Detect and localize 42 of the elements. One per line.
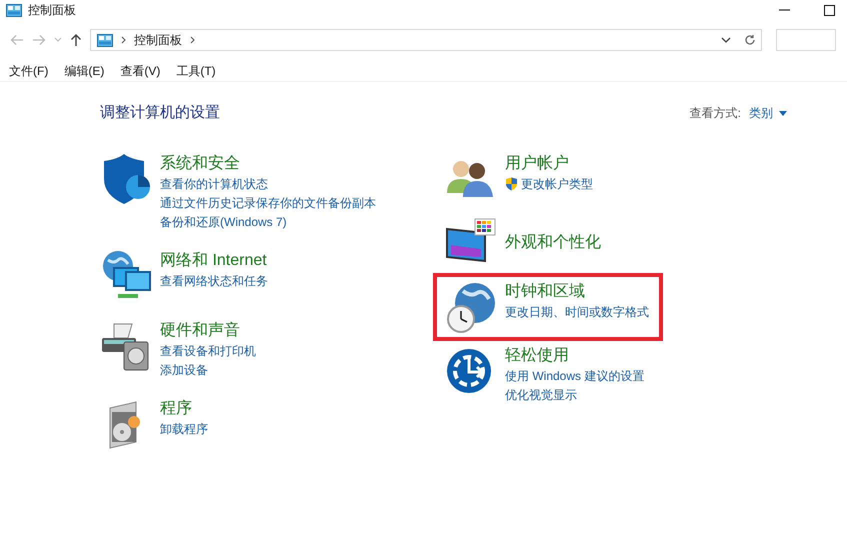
category-link[interactable]: 卸载程序 bbox=[160, 420, 208, 438]
control-panel-icon bbox=[6, 4, 22, 16]
category-link[interactable]: 优化视觉显示 bbox=[505, 386, 644, 404]
category-title[interactable]: 网络和 Internet bbox=[160, 250, 268, 272]
menu-item[interactable]: 编辑(E) bbox=[64, 62, 104, 80]
chevron-icon[interactable] bbox=[190, 36, 195, 44]
category-title[interactable]: 轻松使用 bbox=[505, 344, 644, 366]
menu-item[interactable]: 工具(T) bbox=[176, 62, 216, 80]
dropdown-icon[interactable] bbox=[721, 37, 731, 43]
category-link[interactable]: 添加设备 bbox=[160, 360, 256, 380]
category-link[interactable]: 更改帐户类型 bbox=[505, 174, 593, 194]
category-link[interactable]: 通过文件历史记录保存你的文件备份副本 bbox=[160, 194, 376, 212]
up-arrow-icon[interactable] bbox=[70, 33, 82, 47]
menu-item[interactable]: 查看(V) bbox=[120, 62, 160, 80]
window-title: 控制面板 bbox=[28, 2, 76, 19]
address-bar[interactable]: 控制面板 bbox=[90, 29, 762, 51]
caret-icon bbox=[779, 110, 787, 116]
view-by-dropdown[interactable]: 类别 bbox=[749, 104, 787, 122]
view-by-label: 查看方式: bbox=[690, 105, 741, 122]
page-heading: 调整计算机的设置 bbox=[100, 103, 220, 123]
category-title[interactable]: 用户帐户 bbox=[505, 152, 593, 174]
category-link[interactable]: 使用 Windows 建议的设置 bbox=[505, 366, 644, 386]
category-link[interactable]: 查看网络状态和任务 bbox=[160, 272, 268, 290]
refresh-icon[interactable] bbox=[744, 34, 756, 46]
category-title[interactable]: 程序 bbox=[160, 398, 208, 420]
shield-icon bbox=[505, 177, 518, 191]
category-link[interactable]: 备份和还原(Windows 7) bbox=[160, 212, 376, 232]
menu-item[interactable]: 文件(F) bbox=[9, 62, 48, 80]
breadcrumb[interactable]: 控制面板 bbox=[134, 31, 182, 49]
globe-clock-icon bbox=[445, 280, 497, 332]
category-title[interactable]: 时钟和区域 bbox=[505, 280, 649, 302]
category-link[interactable]: 更改日期、时间或数字格式 bbox=[505, 302, 649, 322]
category-title[interactable]: 外观和个性化 bbox=[505, 232, 601, 254]
category-title[interactable]: 系统和安全 bbox=[160, 152, 376, 174]
category-link[interactable]: 查看你的计算机状态 bbox=[160, 174, 376, 194]
minimize-icon[interactable] bbox=[779, 9, 790, 11]
chevron-icon[interactable] bbox=[121, 36, 126, 44]
address-control-panel-icon bbox=[97, 34, 113, 46]
search-field[interactable] bbox=[776, 29, 836, 51]
category-title[interactable]: 硬件和声音 bbox=[160, 320, 256, 342]
maximize-icon[interactable] bbox=[824, 4, 835, 16]
category-link[interactable]: 查看设备和打印机 bbox=[160, 342, 256, 360]
